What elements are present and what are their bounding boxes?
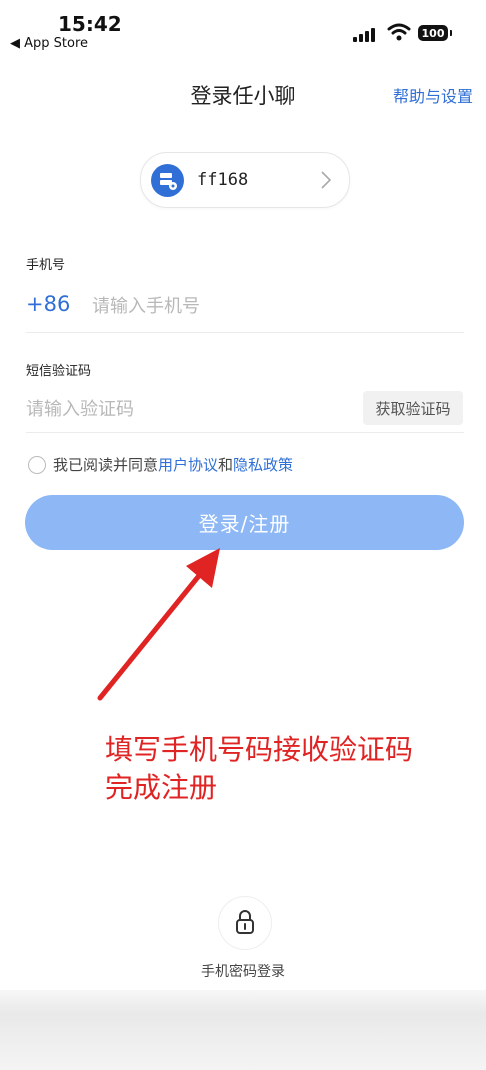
annotation-line-1: 填写手机号码接收验证码 — [105, 733, 414, 766]
divider — [26, 332, 464, 333]
cellular-signal-icon — [353, 28, 375, 42]
privacy-policy-link[interactable]: 隐私政策 — [233, 456, 293, 474]
annotation-line-2: 完成注册 — [105, 771, 218, 804]
server-name: ff168 — [197, 170, 249, 190]
agreement-and: 和 — [218, 456, 234, 474]
agreement-text: 我已阅读并同意用户协议和隐私政策 — [53, 454, 293, 475]
country-code-prefix[interactable]: +86 — [26, 292, 70, 316]
bottom-bar — [0, 990, 486, 1070]
lock-icon — [235, 909, 255, 939]
agreement-checkbox[interactable] — [28, 456, 46, 474]
battery-indicator: 100 — [418, 25, 448, 41]
password-login-label[interactable]: 手机密码登录 — [0, 961, 486, 981]
password-login-button[interactable] — [218, 896, 272, 950]
wifi-icon — [387, 22, 411, 46]
user-agreement-link[interactable]: 用户协议 — [158, 456, 218, 474]
battery-tip — [450, 30, 452, 36]
back-to-app-store-link[interactable]: ◀ App Store — [10, 36, 88, 51]
sms-code-input[interactable] — [26, 396, 346, 422]
server-icon — [151, 164, 184, 197]
divider — [26, 432, 464, 433]
chevron-right-icon — [319, 169, 333, 195]
server-selector[interactable]: ff168 — [140, 152, 350, 208]
sms-code-label: 短信验证码 — [26, 364, 92, 379]
phone-input[interactable] — [92, 293, 452, 319]
phone-label: 手机号 — [26, 258, 66, 273]
status-time: 15:42 — [58, 12, 122, 36]
annotation-arrow — [97, 548, 220, 701]
agreement-prefix: 我已阅读并同意 — [53, 456, 159, 474]
get-code-button[interactable]: 获取验证码 — [363, 391, 463, 425]
help-settings-link[interactable]: 帮助与设置 — [393, 83, 473, 107]
